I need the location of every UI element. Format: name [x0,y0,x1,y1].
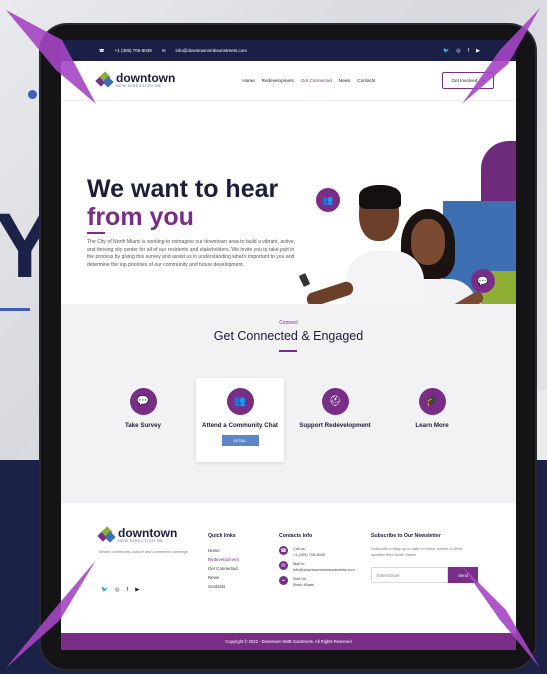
purple-sparkle-decorations [6,8,540,668]
sparkle-bottom-right [462,566,540,668]
sparkle-bottom-left [6,560,96,668]
sparkle-top-left [6,10,96,104]
sparkle-top-right [462,8,540,104]
